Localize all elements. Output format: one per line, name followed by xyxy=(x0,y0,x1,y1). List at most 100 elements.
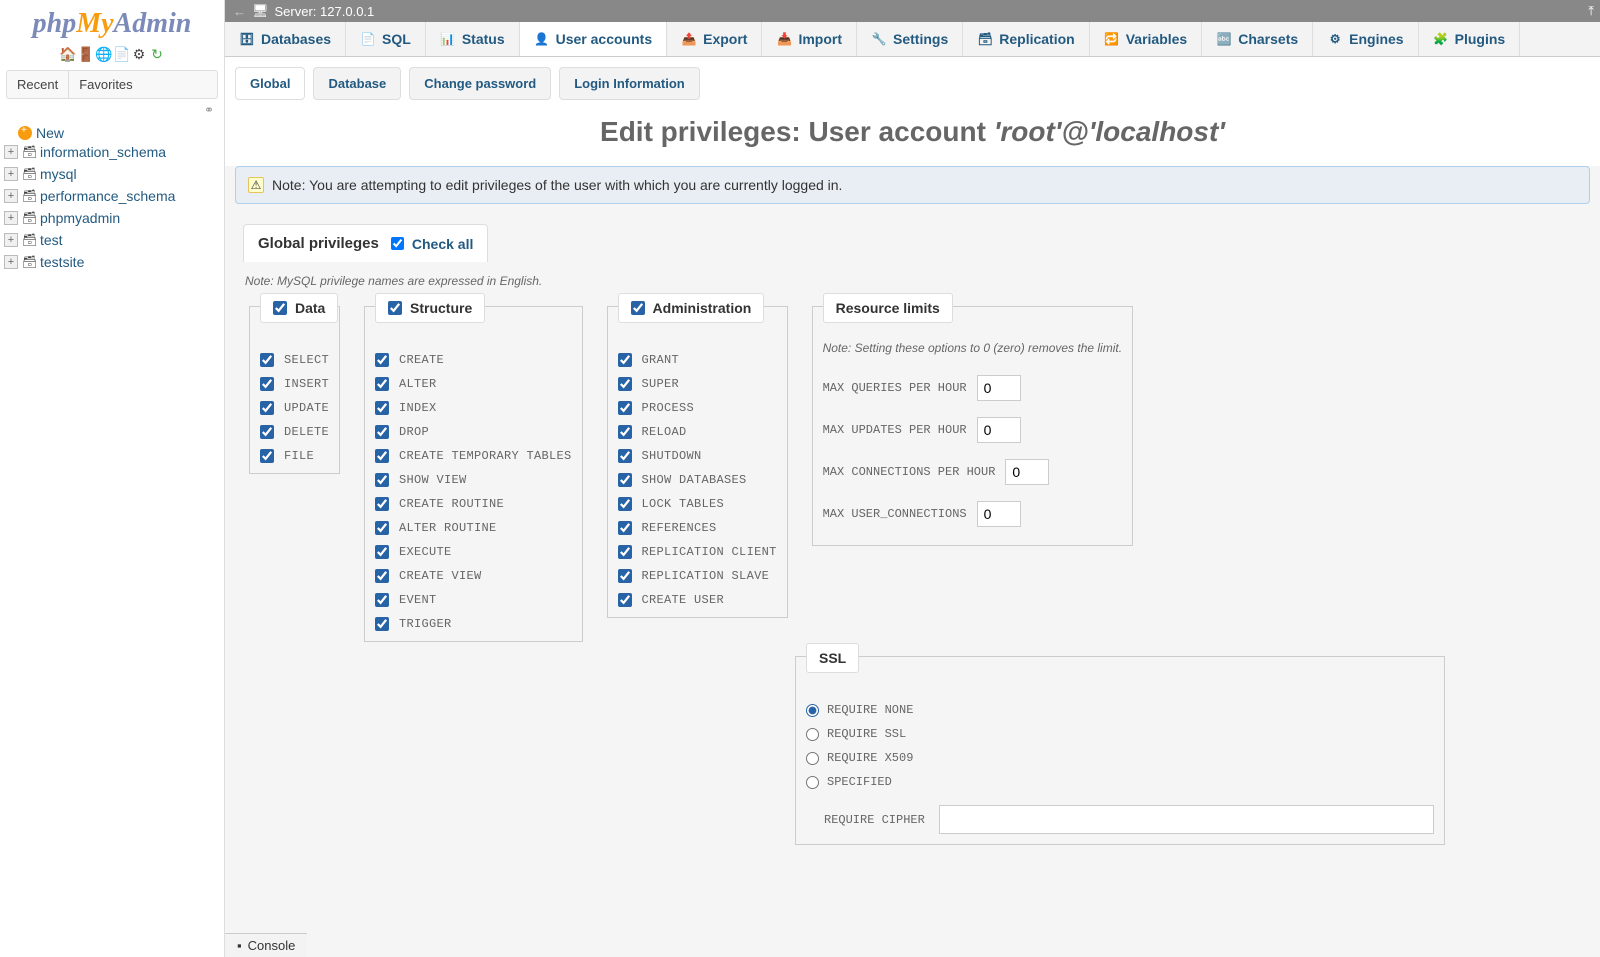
priv-index[interactable]: INDEX xyxy=(375,401,572,415)
ssl-radio[interactable] xyxy=(806,776,819,789)
priv-file[interactable]: FILE xyxy=(260,449,329,463)
expand-icon[interactable]: + xyxy=(4,145,18,159)
priv-insert[interactable]: INSERT xyxy=(260,377,329,391)
priv-drop[interactable]: DROP xyxy=(375,425,572,439)
resource-input[interactable] xyxy=(977,501,1021,527)
priv-checkbox[interactable] xyxy=(375,521,389,535)
priv-super[interactable]: SUPER xyxy=(618,377,777,391)
priv-checkbox[interactable] xyxy=(375,353,389,367)
priv-create-temporary-tables[interactable]: CREATE TEMPORARY TABLES xyxy=(375,449,572,463)
data-group-checkbox[interactable] xyxy=(273,301,287,315)
ssl-radio[interactable] xyxy=(806,704,819,717)
priv-checkbox[interactable] xyxy=(375,425,389,439)
tree-db-item[interactable]: +🗃phpmyadmin xyxy=(4,207,220,229)
priv-checkbox[interactable] xyxy=(618,593,632,607)
ssl-radio[interactable] xyxy=(806,728,819,741)
nav-engines[interactable]: ⚙Engines xyxy=(1313,22,1418,56)
priv-checkbox[interactable] xyxy=(375,473,389,487)
priv-checkbox[interactable] xyxy=(618,353,632,367)
tab-favorites[interactable]: Favorites xyxy=(69,71,142,98)
expand-icon[interactable]: + xyxy=(4,189,18,203)
docs-icon[interactable]: 📄 xyxy=(113,46,129,62)
priv-reload[interactable]: RELOAD xyxy=(618,425,777,439)
priv-create-view[interactable]: CREATE VIEW xyxy=(375,569,572,583)
priv-checkbox[interactable] xyxy=(618,497,632,511)
priv-checkbox[interactable] xyxy=(375,569,389,583)
priv-select[interactable]: SELECT xyxy=(260,353,329,367)
tree-db-item[interactable]: +🗃testsite xyxy=(4,251,220,273)
priv-checkbox[interactable] xyxy=(618,425,632,439)
priv-checkbox[interactable] xyxy=(260,425,274,439)
nav-charsets[interactable]: 🔤Charsets xyxy=(1202,22,1313,56)
gear-icon[interactable]: ⚙ xyxy=(131,46,147,62)
reload-icon[interactable]: ↻ xyxy=(149,46,165,62)
priv-alter[interactable]: ALTER xyxy=(375,377,572,391)
subnav-login-information[interactable]: Login Information xyxy=(559,67,699,100)
priv-process[interactable]: PROCESS xyxy=(618,401,777,415)
priv-checkbox[interactable] xyxy=(375,377,389,391)
priv-create-user[interactable]: CREATE USER xyxy=(618,593,777,607)
priv-shutdown[interactable]: SHUTDOWN xyxy=(618,449,777,463)
priv-checkbox[interactable] xyxy=(618,473,632,487)
tree-db-item[interactable]: +🗃test xyxy=(4,229,220,251)
priv-event[interactable]: EVENT xyxy=(375,593,572,607)
nav-plugins[interactable]: 🧩Plugins xyxy=(1419,22,1521,56)
ssl-option-specified[interactable]: SPECIFIED xyxy=(806,775,1434,789)
tree-db-item[interactable]: +🗃performance_schema xyxy=(4,185,220,207)
logo[interactable]: phpMyAdmin xyxy=(0,0,224,42)
priv-lock-tables[interactable]: LOCK TABLES xyxy=(618,497,777,511)
priv-replication-client[interactable]: REPLICATION CLIENT xyxy=(618,545,777,559)
check-all-label[interactable]: Check all xyxy=(412,236,473,252)
subnav-global[interactable]: Global xyxy=(235,67,305,100)
ssl-option-require-none[interactable]: REQUIRE NONE xyxy=(806,703,1434,717)
nav-sql[interactable]: 📄SQL xyxy=(346,22,426,56)
priv-update[interactable]: UPDATE xyxy=(260,401,329,415)
resource-input[interactable] xyxy=(977,417,1021,443)
tree-new[interactable]: New xyxy=(18,125,220,141)
ssl-option-require-x509[interactable]: REQUIRE X509 xyxy=(806,751,1434,765)
tab-recent[interactable]: Recent xyxy=(7,71,69,98)
priv-references[interactable]: REFERENCES xyxy=(618,521,777,535)
priv-checkbox[interactable] xyxy=(618,377,632,391)
globe-icon[interactable]: 🌐 xyxy=(95,46,111,62)
priv-checkbox[interactable] xyxy=(375,593,389,607)
nav-export[interactable]: 📤Export xyxy=(667,22,762,56)
priv-create[interactable]: CREATE xyxy=(375,353,572,367)
tree-db-item[interactable]: +🗃information_schema xyxy=(4,141,220,163)
priv-grant[interactable]: GRANT xyxy=(618,353,777,367)
resource-input[interactable] xyxy=(1005,459,1049,485)
expand-icon[interactable]: + xyxy=(4,255,18,269)
priv-checkbox[interactable] xyxy=(375,401,389,415)
priv-delete[interactable]: DELETE xyxy=(260,425,329,439)
priv-checkbox[interactable] xyxy=(618,449,632,463)
nav-settings[interactable]: 🔧Settings xyxy=(857,22,963,56)
expand-icon[interactable]: + xyxy=(4,233,18,247)
expand-icon[interactable]: + xyxy=(4,211,18,225)
priv-checkbox[interactable] xyxy=(618,521,632,535)
priv-trigger[interactable]: TRIGGER xyxy=(375,617,572,631)
priv-checkbox[interactable] xyxy=(375,545,389,559)
priv-replication-slave[interactable]: REPLICATION SLAVE xyxy=(618,569,777,583)
nav-replication[interactable]: 🗃Replication xyxy=(963,22,1089,56)
priv-alter-routine[interactable]: ALTER ROUTINE xyxy=(375,521,572,535)
nav-user-accounts[interactable]: 👤User accounts xyxy=(520,22,667,56)
priv-create-routine[interactable]: CREATE ROUTINE xyxy=(375,497,572,511)
admin-group-checkbox[interactable] xyxy=(631,301,645,315)
priv-checkbox[interactable] xyxy=(260,449,274,463)
priv-checkbox[interactable] xyxy=(375,617,389,631)
expand-icon[interactable]: + xyxy=(4,167,18,181)
priv-checkbox[interactable] xyxy=(375,449,389,463)
check-all-checkbox[interactable] xyxy=(391,237,404,250)
nav-databases[interactable]: 🗄Databases xyxy=(225,22,346,56)
nav-status[interactable]: 📊Status xyxy=(426,22,520,56)
priv-execute[interactable]: EXECUTE xyxy=(375,545,572,559)
priv-checkbox[interactable] xyxy=(375,497,389,511)
collapse-icon[interactable]: ⤒ xyxy=(1588,3,1594,19)
subnav-change-password[interactable]: Change password xyxy=(409,67,551,100)
back-arrow-icon[interactable]: ← xyxy=(233,4,246,19)
link-icon[interactable]: ⚭ xyxy=(0,99,224,119)
priv-show-view[interactable]: SHOW VIEW xyxy=(375,473,572,487)
ssl-option-require-ssl[interactable]: REQUIRE SSL xyxy=(806,727,1434,741)
priv-checkbox[interactable] xyxy=(260,377,274,391)
priv-checkbox[interactable] xyxy=(618,545,632,559)
